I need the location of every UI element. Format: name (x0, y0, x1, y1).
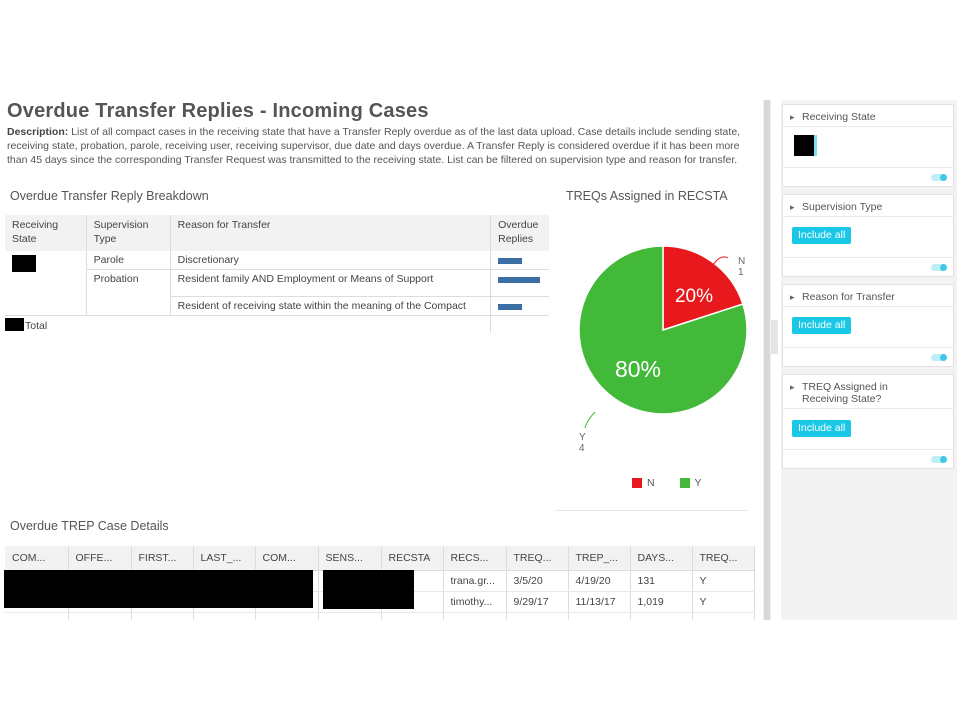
col-header[interactable]: FIRST... (131, 546, 194, 571)
toggle-switch-icon[interactable] (931, 174, 947, 181)
supervision-cell: Parole (86, 251, 171, 270)
total-row: Total (5, 315, 549, 333)
details-title: Overdue TREP Case Details (10, 519, 169, 533)
filter-label: Supervision Type (802, 201, 883, 213)
table-cell: 3/5/20 (506, 570, 569, 592)
col-header[interactable]: COM... (255, 546, 319, 571)
filter-header[interactable]: ▸ Reason for Transfer (783, 285, 953, 307)
table-row[interactable]: Probation Resident family AND Employment… (5, 269, 549, 316)
col-header[interactable]: TREQ... (506, 546, 569, 571)
include-all-button[interactable]: Include all (792, 317, 852, 334)
redaction-block (323, 570, 414, 609)
table-cell: 9/29/17 (506, 591, 569, 613)
col-header[interactable]: TREP_... (568, 546, 631, 571)
legend-label-n: N (647, 477, 655, 489)
redacted-total-state (5, 318, 24, 331)
filter-card-receiving-state[interactable]: ▸ Receiving State (782, 104, 954, 187)
table-cell: 131 (630, 570, 693, 592)
table-cell: trana.gr... (443, 570, 507, 592)
table-cell: 4/19/20 (568, 570, 631, 592)
bar-cell[interactable] (490, 269, 549, 297)
legend-swatch-y (679, 478, 690, 489)
pie-leader-y (584, 411, 596, 429)
include-all-button[interactable]: Include all (792, 227, 852, 244)
chevron-right-icon[interactable]: ▸ (790, 381, 795, 393)
col-reason-for-transfer[interactable]: Reason for Transfer (170, 215, 492, 251)
filter-label: Receiving State (802, 111, 876, 123)
col-supervision-type[interactable]: Supervision Type (86, 215, 171, 251)
col-header[interactable]: LAST_... (193, 546, 256, 571)
filter-header[interactable]: ▸ Supervision Type (783, 195, 953, 217)
filter-card-reason-for-transfer[interactable]: ▸ Reason for Transfer Include all (782, 284, 954, 367)
col-header[interactable]: OFFE... (68, 546, 132, 571)
bar-cell[interactable] (490, 296, 549, 316)
table-cell: timothy... (443, 591, 507, 613)
supervision-cell: Probation (86, 269, 171, 316)
col-header[interactable]: RECS... (443, 546, 507, 571)
pie-outer-label-y: Y (579, 432, 586, 443)
redacted-state (12, 255, 36, 272)
toggle-switch-icon[interactable] (931, 354, 947, 361)
col-header[interactable]: TREQ... (692, 546, 755, 571)
redaction-block (4, 570, 313, 608)
toggle-switch-icon[interactable] (931, 264, 947, 271)
col-header[interactable]: RECSTA (381, 546, 444, 571)
filter-label: Reason for Transfer (802, 291, 895, 303)
table-cell: 11/13/17 (568, 591, 631, 613)
pie-outer-label-n: N (738, 256, 745, 267)
filter-header[interactable]: ▸ TREQ Assigned in Receiving State? (783, 375, 953, 409)
table-cell: Y (692, 591, 755, 613)
main-scrollbar-thumb[interactable] (764, 100, 770, 620)
col-header[interactable]: SENS... (318, 546, 382, 571)
page-title: Overdue Transfer Replies - Incoming Case… (7, 100, 429, 122)
legend-item-n[interactable]: N (632, 477, 655, 489)
bar-cell[interactable] (490, 251, 549, 270)
breakdown-table[interactable]: Receiving State Supervision Type Reason … (5, 215, 549, 333)
col-overdue-replies[interactable]: Overdue Replies (490, 215, 549, 251)
redacted-state-chip[interactable] (794, 135, 817, 156)
table-row-partial[interactable] (5, 612, 755, 620)
table-row[interactable]: Parole Discretionary (5, 251, 549, 316)
pie-label-y-percent: 80% (615, 356, 661, 382)
description-text: List of all compact cases in the receivi… (7, 126, 741, 167)
chevron-right-icon[interactable]: ▸ (790, 111, 795, 123)
panel-resize-handle[interactable] (771, 320, 778, 354)
pie-label-n-percent: 20% (675, 286, 713, 307)
filter-card-treq-assigned[interactable]: ▸ TREQ Assigned in Receiving State? Inclu… (782, 374, 954, 469)
toggle-switch-icon[interactable] (931, 456, 947, 463)
pie-outer-count-n: 1 (738, 267, 744, 278)
pie-legend[interactable]: N Y (632, 477, 702, 489)
pie-chart[interactable]: 20% 80% N 1 Y 4 (555, 230, 765, 460)
pie-title: TREQs Assigned in RECSTA (566, 189, 728, 203)
include-all-button[interactable]: Include all (792, 420, 852, 437)
page-description: Description: List of all compact cases i… (7, 125, 755, 168)
legend-label-y: Y (694, 477, 702, 489)
overdue-bar[interactable] (498, 304, 523, 310)
total-label: Total (25, 320, 48, 332)
filter-label: TREQ Assigned in Receiving State? (802, 381, 888, 405)
legend-item-y[interactable]: Y (679, 477, 702, 489)
overdue-bar[interactable] (498, 277, 540, 283)
col-header[interactable]: COM... (5, 546, 69, 571)
col-receiving-state[interactable]: Receiving State (5, 215, 87, 251)
col-header[interactable]: DAYS... (630, 546, 693, 571)
description-label: Description: (7, 126, 69, 138)
reason-cell: Resident of receiving state within the m… (170, 296, 492, 316)
table-cell: Y (692, 570, 755, 592)
section-divider (555, 510, 748, 511)
pie-outer-count-y: 4 (579, 443, 585, 454)
reason-cell: Resident family AND Employment or Means … (170, 269, 492, 297)
chevron-right-icon[interactable]: ▸ (790, 201, 795, 213)
breakdown-title: Overdue Transfer Reply Breakdown (10, 189, 209, 203)
table-cell: 1,019 (630, 591, 693, 613)
chevron-right-icon[interactable]: ▸ (790, 291, 795, 303)
legend-swatch-n (632, 478, 642, 489)
reason-cell: Discretionary (170, 251, 492, 270)
filter-card-supervision-type[interactable]: ▸ Supervision Type Include all (782, 194, 954, 277)
filter-header[interactable]: ▸ Receiving State (783, 105, 953, 127)
overdue-bar[interactable] (498, 258, 523, 264)
